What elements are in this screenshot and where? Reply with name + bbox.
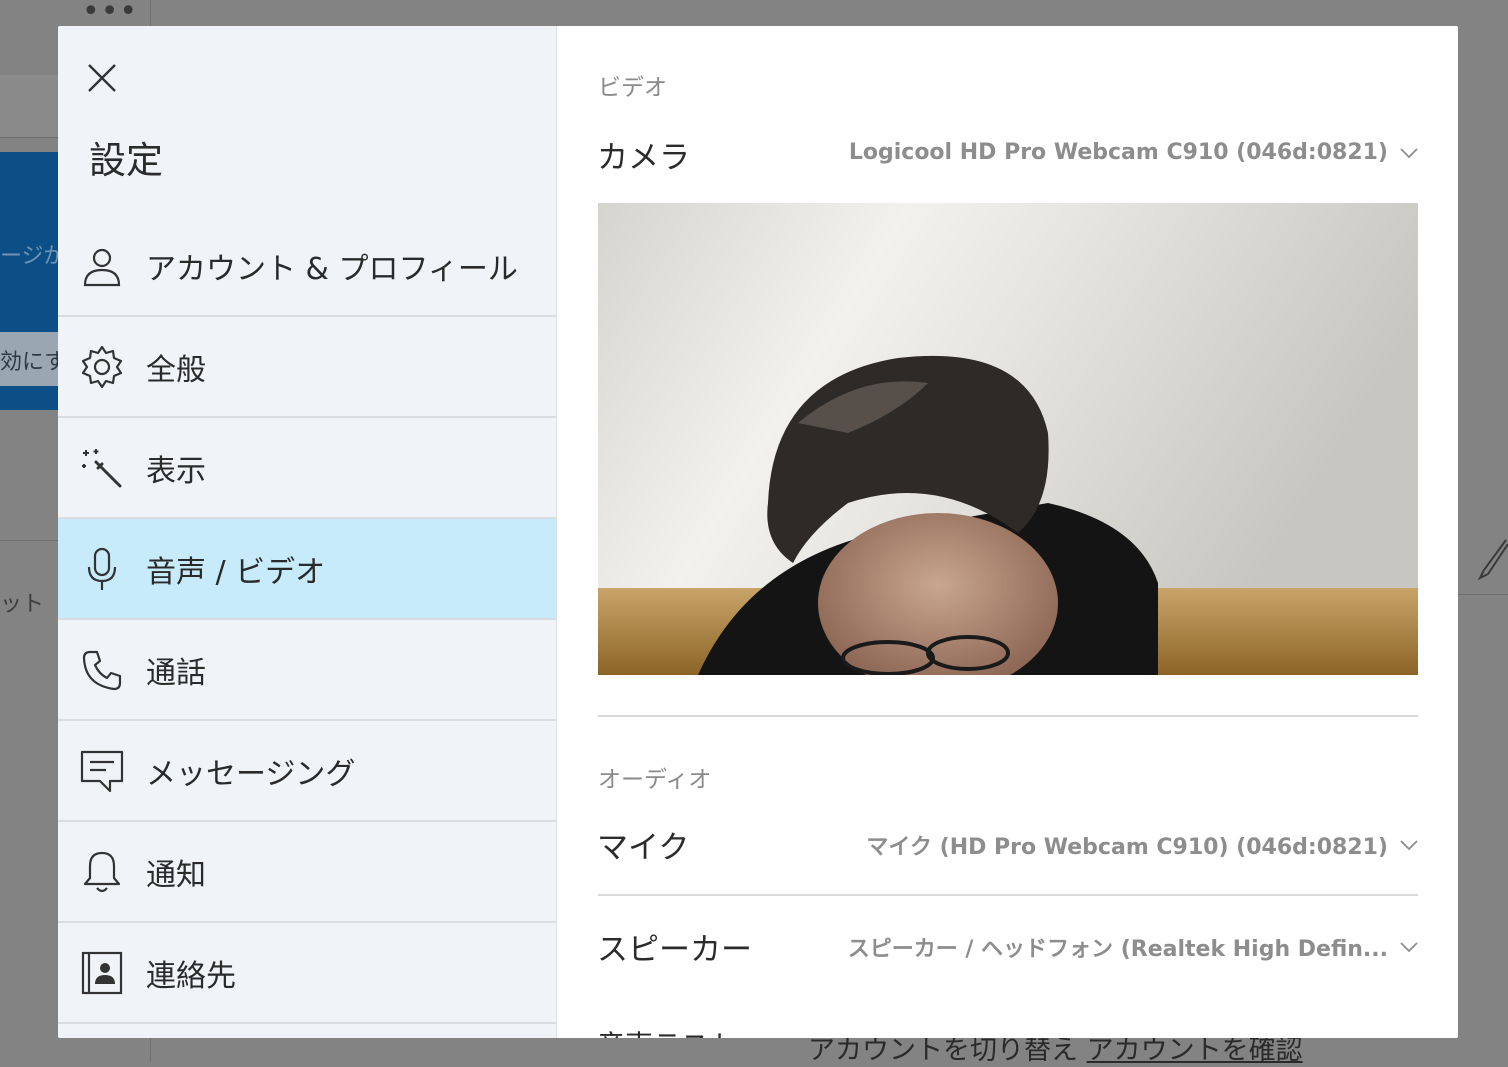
message-icon <box>80 750 124 792</box>
verify-account-link: アカウントを確認 <box>1086 1035 1303 1066</box>
speaker-select-value: スピーカー / ヘッドフォン (Realtek High Defin... <box>847 937 1388 962</box>
nav-item-label: 表示 <box>146 453 206 489</box>
speaker-select[interactable]: スピーカー / ヘッドフォン (Realtek High Defin... <box>848 931 1418 963</box>
background-side-text: ット <box>0 592 45 617</box>
magic-wand-icon <box>82 448 122 487</box>
background-banner-text: ージが <box>0 244 66 269</box>
test-audio-label: 音声テスト <box>597 1029 737 1038</box>
nav-item-label: アカウント & プロフィール <box>146 251 518 287</box>
settings-nav: アカウント & プロフィール 全般 表示 音声 / ビデオ 通話 メッセージング… <box>58 216 556 1024</box>
more-options-icon: ••• <box>82 0 139 29</box>
camera-select[interactable]: Logicool HD Pro Webcam C910 (046d:0821) <box>849 140 1418 165</box>
nav-item-label: 通知 <box>146 857 206 893</box>
phone-icon <box>82 650 122 690</box>
background-divider <box>1458 594 1508 595</box>
settings-sidebar: 設定 アカウント & プロフィール 全般 表示 音声 / ビデオ 通話 メッセー… <box>58 26 557 1038</box>
nav-item-messaging[interactable]: メッセージング <box>58 721 556 822</box>
contact-card-icon <box>81 951 123 994</box>
person-icon <box>83 248 121 286</box>
camera-preview <box>598 203 1418 675</box>
pencil-icon <box>1478 539 1508 580</box>
background-banner-button-text: 効にす <box>0 350 67 375</box>
microphone-select[interactable]: マイク (HD Pro Webcam C910) (046d:0821) <box>866 829 1418 861</box>
switch-account-link: アカウントを切り替え <box>808 1035 1078 1066</box>
microphone-icon <box>87 547 117 590</box>
audio-section-title: オーディオ <box>598 767 712 793</box>
settings-content: ビデオ カメラ Logicool HD Pro Webcam C910 (046… <box>557 26 1458 1038</box>
close-icon[interactable] <box>84 60 120 96</box>
nav-item-appearance[interactable]: 表示 <box>58 418 556 519</box>
nav-item-general[interactable]: 全般 <box>58 317 556 418</box>
video-section-title: ビデオ <box>598 75 667 101</box>
nav-item-audio-video[interactable]: 音声 / ビデオ <box>58 519 556 620</box>
chevron-down-icon <box>1400 147 1418 158</box>
camera-label: カメラ <box>597 140 690 176</box>
speaker-label: スピーカー <box>597 932 752 968</box>
test-audio-link[interactable]: 音声テスト <box>597 1024 737 1038</box>
nav-item-notifications[interactable]: 通知 <box>58 822 556 923</box>
microphone-select-value: マイク (HD Pro Webcam C910) (046d:0821) <box>866 835 1388 860</box>
gear-icon <box>81 345 123 388</box>
chevron-down-icon <box>1400 840 1418 851</box>
nav-item-account-profile[interactable]: アカウント & プロフィール <box>58 216 556 317</box>
nav-item-label: 音声 / ビデオ <box>146 554 326 590</box>
settings-dialog: 設定 アカウント & プロフィール 全般 表示 音声 / ビデオ 通話 メッセー… <box>58 26 1458 1038</box>
camera-preview-image <box>598 203 1418 675</box>
nav-item-contacts[interactable]: 連絡先 <box>58 923 556 1024</box>
nav-item-label: 全般 <box>146 352 206 388</box>
row-divider <box>598 894 1418 896</box>
chevron-down-icon <box>1400 942 1418 953</box>
settings-title: 設定 <box>89 139 163 182</box>
microphone-label: マイク <box>597 830 690 866</box>
nav-item-label: 連絡先 <box>146 958 236 994</box>
bell-icon <box>83 851 121 892</box>
section-divider <box>598 715 1418 717</box>
camera-select-value: Logicool HD Pro Webcam C910 (046d:0821) <box>848 140 1388 165</box>
nav-item-label: メッセージング <box>146 756 356 792</box>
nav-item-label: 通話 <box>146 655 206 691</box>
nav-item-calling[interactable]: 通話 <box>58 620 556 721</box>
